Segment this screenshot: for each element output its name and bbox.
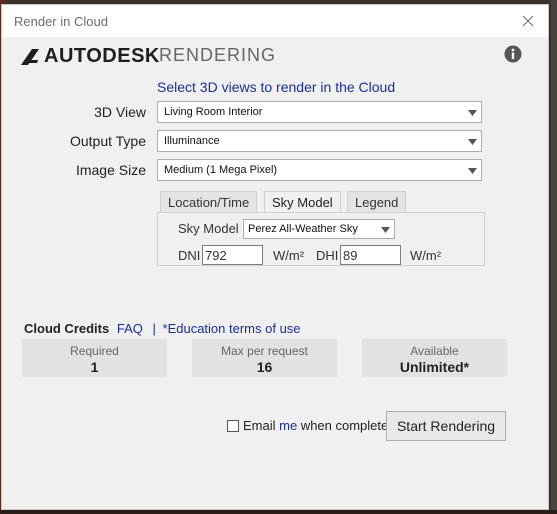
render-dialog: Render in Cloud AUTODESK RENDERING Selec… xyxy=(1,4,549,510)
close-icon xyxy=(522,15,534,27)
tab-location-time[interactable]: Location/Time xyxy=(160,191,258,213)
chevron-down-icon xyxy=(381,227,390,233)
output-row: Output Type Illuminance xyxy=(2,130,548,154)
education-terms-link[interactable]: *Education terms of use xyxy=(163,321,301,336)
size-select[interactable]: Medium (1 Mega Pixel) xyxy=(157,159,482,181)
chevron-down-icon xyxy=(468,168,477,174)
available-value: Unlimited* xyxy=(399,359,470,375)
sky-model-select[interactable]: Perez All-Weather Sky xyxy=(243,219,395,239)
title-bar: Render in Cloud xyxy=(2,5,548,37)
available-credits-box: Available Unlimited* xyxy=(362,339,507,377)
max-label: Max per request xyxy=(221,344,308,358)
dni-label: DNI xyxy=(178,248,201,263)
email-suffix: when complete xyxy=(297,418,389,433)
sky-model-panel: Sky Model Perez All-Weather Sky DNI W/m²… xyxy=(157,212,485,266)
output-select[interactable]: Illuminance xyxy=(157,130,482,152)
output-value: Illuminance xyxy=(164,135,220,147)
link-separator: | xyxy=(152,321,156,336)
email-prefix: Email xyxy=(243,418,280,433)
autodesk-logo: AUTODESK xyxy=(20,45,160,68)
brand-bar: AUTODESK RENDERING xyxy=(2,37,548,73)
sky-model-label: Sky Model xyxy=(178,221,239,236)
chevron-down-icon xyxy=(468,139,477,145)
tab-legend[interactable]: Legend xyxy=(347,191,407,213)
view-row: 3D View Living Room Interior xyxy=(2,101,548,125)
faq-link[interactable]: FAQ xyxy=(117,321,143,336)
view-value: Living Room Interior xyxy=(164,106,263,118)
sky-model-value: Perez All-Weather Sky xyxy=(248,223,358,235)
dni-unit: W/m² xyxy=(273,248,305,263)
required-value: 1 xyxy=(90,359,99,375)
autodesk-mark-icon xyxy=(21,48,39,65)
tab-sky-model[interactable]: Sky Model xyxy=(264,191,341,214)
start-rendering-button[interactable]: Start Rendering xyxy=(386,411,506,441)
cloud-credits-title: Cloud Credits xyxy=(24,321,110,336)
page-headline: Select 3D views to render in the Cloud xyxy=(157,79,396,95)
available-label: Available xyxy=(410,344,459,358)
size-row: Image Size Medium (1 Mega Pixel) xyxy=(2,159,548,183)
output-label: Output Type xyxy=(69,133,146,149)
view-label: 3D View xyxy=(94,104,146,120)
max-per-request-box: Max per request 16 xyxy=(192,339,337,377)
size-value: Medium (1 Mega Pixel) xyxy=(164,164,278,176)
required-label: Required xyxy=(70,344,119,358)
cloud-credits-row: Cloud Credits FAQ | *Education terms of … xyxy=(24,321,301,336)
logo-text: AUTODESK xyxy=(44,45,160,67)
view-select[interactable]: Living Room Interior xyxy=(157,101,482,123)
info-icon[interactable] xyxy=(504,45,522,63)
product-name: RENDERING xyxy=(159,45,277,65)
email-notify-row: Email me when complete xyxy=(227,418,388,433)
dhi-unit: W/m² xyxy=(410,248,442,263)
email-checkbox[interactable] xyxy=(227,419,239,432)
window-title: Render in Cloud xyxy=(14,14,108,29)
chevron-down-icon xyxy=(468,110,477,116)
email-me: me xyxy=(279,418,298,433)
close-button[interactable] xyxy=(518,11,538,31)
size-label: Image Size xyxy=(75,162,146,178)
background-app-right xyxy=(551,0,557,514)
required-credits-box: Required 1 xyxy=(22,339,167,377)
dni-input[interactable] xyxy=(202,245,263,265)
dhi-label: DHI xyxy=(316,248,339,263)
max-value: 16 xyxy=(256,359,273,375)
background-app-bottom xyxy=(0,510,557,514)
dhi-input[interactable] xyxy=(340,245,401,265)
